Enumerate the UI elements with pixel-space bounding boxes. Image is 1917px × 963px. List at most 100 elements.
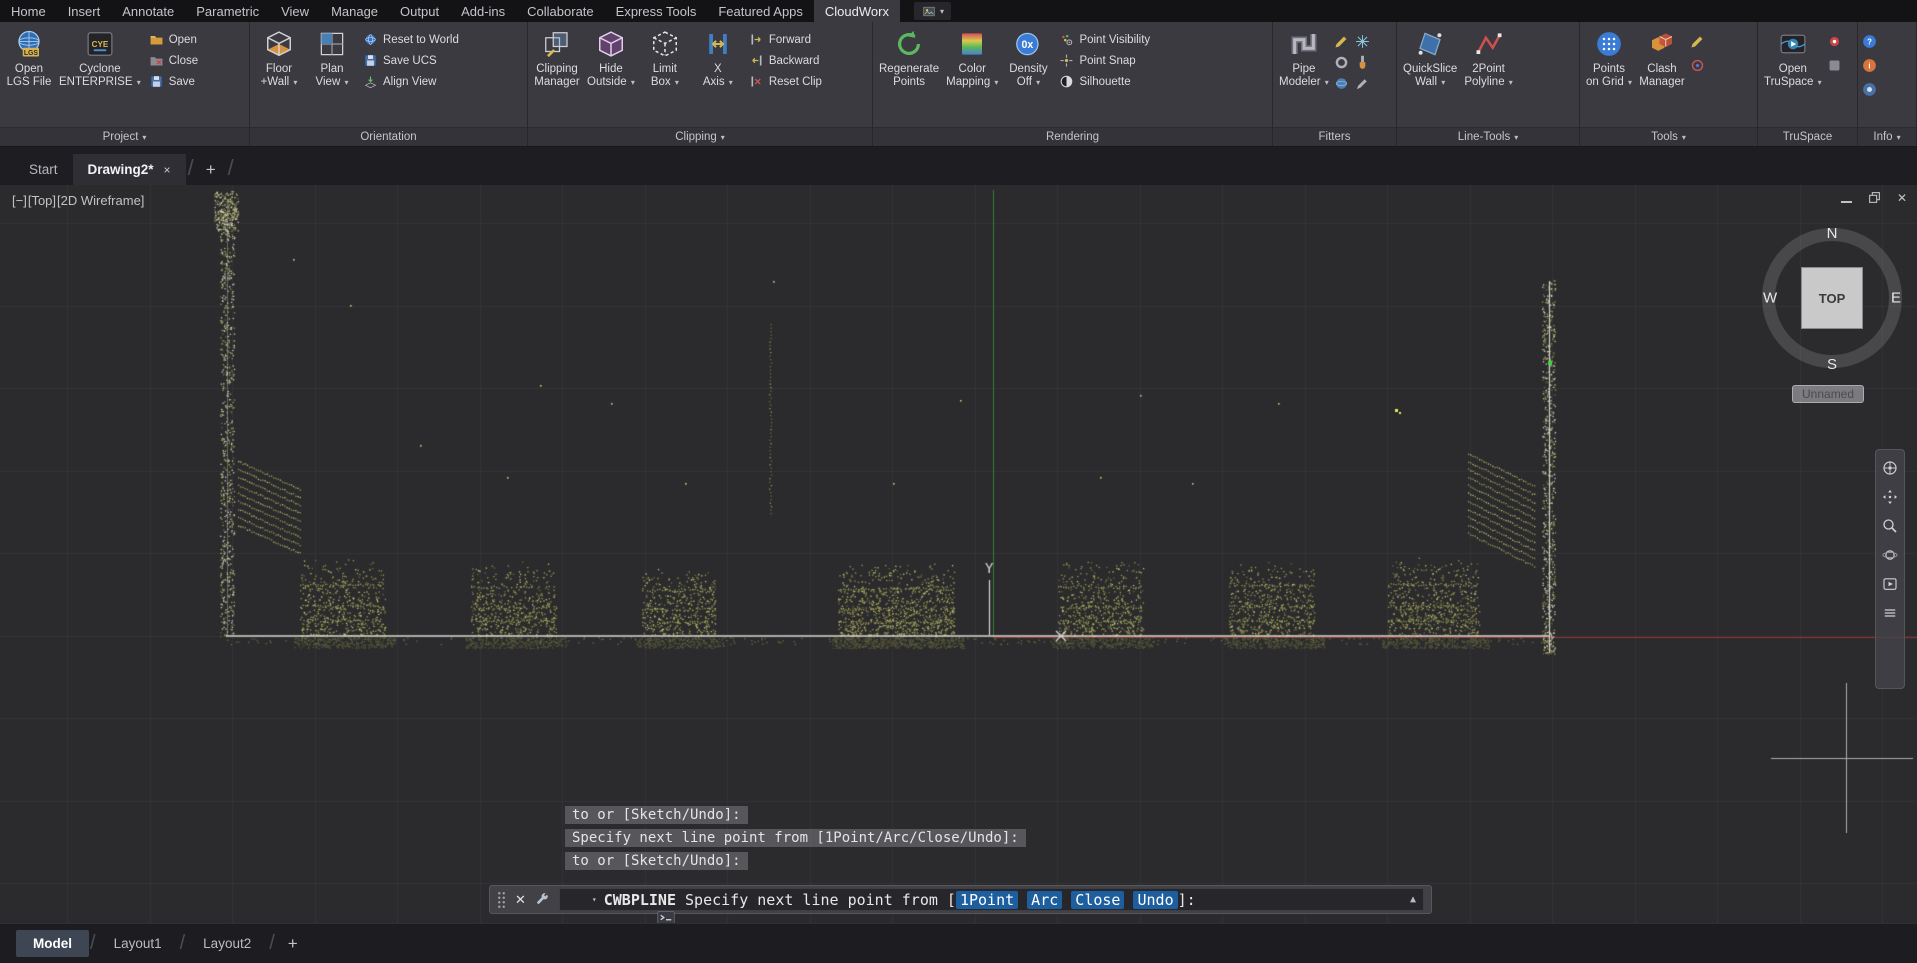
- save-ucs-button[interactable]: Save UCS: [359, 53, 463, 68]
- ribbon-tab-insert[interactable]: Insert: [57, 0, 112, 22]
- backward-button[interactable]: Backward: [745, 53, 826, 68]
- ribbon-tab-view[interactable]: View: [270, 0, 320, 22]
- layout-tab-layout1[interactable]: Layout1: [97, 930, 179, 957]
- command-option-1point[interactable]: 1Point: [956, 891, 1018, 909]
- ribbon-tab-collaborate[interactable]: Collaborate: [516, 0, 605, 22]
- layout-tab-model[interactable]: Model: [16, 930, 89, 957]
- ribbon-tab-annotate[interactable]: Annotate: [111, 0, 185, 22]
- ribbon-panel-label-fitters[interactable]: Fitters: [1273, 127, 1396, 146]
- floor-wall-button[interactable]: Floor+Wall ▾: [253, 25, 305, 125]
- ribbon-tab-cloudworx[interactable]: CloudWorx: [814, 0, 900, 22]
- open-lgs-file-button[interactable]: LGSOpenLGS File: [3, 25, 55, 125]
- point-snap-button[interactable]: Point Snap: [1055, 53, 1154, 68]
- tru-gray-button[interactable]: [1826, 57, 1843, 74]
- tru-red-button[interactable]: [1826, 33, 1843, 50]
- command-option-arc[interactable]: Arc: [1027, 891, 1062, 909]
- quickslice-wall-button[interactable]: QuickSliceWall ▾: [1400, 25, 1460, 125]
- recent-commands-caret-icon[interactable]: ▾: [592, 895, 597, 904]
- fit-brush-button[interactable]: [1354, 54, 1371, 71]
- ribbon-panel-label-clipping[interactable]: Clipping ▾: [528, 127, 872, 146]
- ribbon-tab-add-ins[interactable]: Add-ins: [450, 0, 516, 22]
- command-bar[interactable]: ✕ ▾ CWBPLINE Specify next line point fro…: [489, 885, 1432, 914]
- fit-snow-button[interactable]: [1354, 33, 1371, 50]
- limit-box-button[interactable]: LimitBox ▾: [639, 25, 691, 125]
- new-drawing-tab-button[interactable]: +: [196, 154, 226, 185]
- nav-wheel-icon[interactable]: [1881, 459, 1899, 477]
- minimize-icon[interactable]: [1841, 201, 1852, 203]
- close-button[interactable]: Close: [145, 53, 202, 68]
- viewcube-west[interactable]: W: [1763, 290, 1777, 307]
- restore-icon[interactable]: [1868, 191, 1881, 204]
- plan-view-button[interactable]: PlanView ▾: [306, 25, 358, 125]
- layout-tab-layout2[interactable]: Layout2: [186, 930, 268, 957]
- fit-sphere-button[interactable]: [1333, 75, 1350, 92]
- align-view-button[interactable]: Align View: [359, 74, 463, 89]
- fit-pencil-button[interactable]: [1333, 33, 1350, 50]
- ribbon-tab-manage[interactable]: Manage: [320, 0, 389, 22]
- open-button[interactable]: Open: [145, 32, 202, 47]
- viewport-visual-style-control[interactable]: [2D Wireframe]: [57, 193, 144, 208]
- viewcube-north[interactable]: N: [1827, 225, 1838, 242]
- ribbon-panel-label-truspace[interactable]: TruSpace: [1758, 127, 1857, 146]
- pipe-modeler-button[interactable]: PipeModeler ▾: [1276, 25, 1332, 125]
- clipping-manager-button[interactable]: ClippingManager: [531, 25, 583, 125]
- ribbon-panel-label-tools[interactable]: Tools ▾: [1580, 127, 1757, 146]
- 2point-polyline-button[interactable]: 2PointPolyline ▾: [1461, 25, 1515, 125]
- ribbon-panel-label-line-tools[interactable]: Line-Tools ▾: [1397, 127, 1579, 146]
- ribbon-tab-home[interactable]: Home: [0, 0, 57, 22]
- fit-pencil-button[interactable]: [1689, 33, 1706, 50]
- viewcube[interactable]: N S W E TOP: [1757, 223, 1907, 373]
- nav-motion-icon[interactable]: [1881, 575, 1899, 593]
- viewport-view-control[interactable]: [Top]: [28, 193, 56, 208]
- command-option-close[interactable]: Close: [1071, 891, 1124, 909]
- drawing-tab-start[interactable]: Start: [14, 154, 73, 185]
- customize-wrench-icon[interactable]: [535, 892, 550, 907]
- forward-button[interactable]: Forward: [745, 32, 826, 47]
- ribbon-tab-express-tools[interactable]: Express Tools: [605, 0, 708, 22]
- ribbon-panel-label-orientation[interactable]: Orientation: [250, 127, 527, 146]
- viewcube-south[interactable]: S: [1827, 356, 1837, 373]
- info-q-button[interactable]: ?: [1861, 33, 1878, 50]
- recent-commands-icon[interactable]: [567, 892, 585, 907]
- ribbon-panel-label-rendering[interactable]: Rendering: [873, 127, 1272, 146]
- nav-orbit-icon[interactable]: [1881, 546, 1899, 564]
- command-option-undo[interactable]: Undo: [1133, 891, 1177, 909]
- command-input[interactable]: ▾ CWBPLINE Specify next line point from …: [559, 888, 1424, 911]
- regenerate-points-button[interactable]: RegeneratePoints: [876, 25, 942, 125]
- close-icon[interactable]: ✕: [1897, 192, 1907, 204]
- nav-pan-icon[interactable]: [1881, 488, 1899, 506]
- point-visibility-button[interactable]: Point Visibility: [1055, 32, 1154, 47]
- viewport-menu-control[interactable]: [−]: [12, 193, 27, 208]
- hide-outside-button[interactable]: HideOutside ▾: [584, 25, 638, 125]
- cyclone-enterprise-button[interactable]: CYECycloneENTERPRISE ▾: [56, 25, 144, 125]
- fit-pen-button[interactable]: [1354, 75, 1371, 92]
- command-history-expand-icon[interactable]: ▲: [1410, 894, 1416, 905]
- clash-manager-button[interactable]: ClashManager: [1636, 25, 1688, 125]
- open-truspace-button[interactable]: OpenTruSpace ▾: [1761, 25, 1825, 125]
- new-layout-button[interactable]: +: [276, 934, 310, 954]
- command-bar-close-icon[interactable]: ✕: [515, 892, 526, 908]
- nav-zoom-icon[interactable]: [1881, 517, 1899, 535]
- nav-menu-icon[interactable]: [1881, 604, 1899, 622]
- reset-clip-button[interactable]: Reset Clip: [745, 74, 826, 89]
- viewcube-top-face[interactable]: TOP: [1801, 267, 1863, 329]
- points-on-grid-button[interactable]: Pointson Grid ▾: [1583, 25, 1635, 125]
- info-i-button[interactable]: i: [1861, 57, 1878, 74]
- ribbon-tab-parametric[interactable]: Parametric: [185, 0, 270, 22]
- ribbon-panel-label-project[interactable]: Project ▾: [0, 127, 249, 146]
- info-b-button[interactable]: [1861, 81, 1878, 98]
- viewcube-east[interactable]: E: [1891, 290, 1901, 307]
- silhouette-button[interactable]: Silhouette: [1055, 74, 1154, 89]
- ribbon-tab-output[interactable]: Output: [389, 0, 450, 22]
- workspace-image-button[interactable]: ▾: [914, 2, 951, 20]
- ribbon-tab-featured-apps[interactable]: Featured Apps: [707, 0, 814, 22]
- command-bar-grip-handle[interactable]: [497, 891, 506, 908]
- x-axis-button[interactable]: XAxis ▾: [692, 25, 744, 125]
- drawing-tab-drawing2[interactable]: Drawing2*×: [73, 154, 186, 185]
- save-button[interactable]: Save: [145, 74, 202, 89]
- color-mapping-button[interactable]: ColorMapping ▾: [943, 25, 1001, 125]
- fit-nut-button[interactable]: [1333, 54, 1350, 71]
- density-off-button[interactable]: 0xDensityOff ▾: [1002, 25, 1054, 125]
- tab-close-icon[interactable]: ×: [164, 163, 171, 177]
- reset-to-world-button[interactable]: Reset to World: [359, 32, 463, 47]
